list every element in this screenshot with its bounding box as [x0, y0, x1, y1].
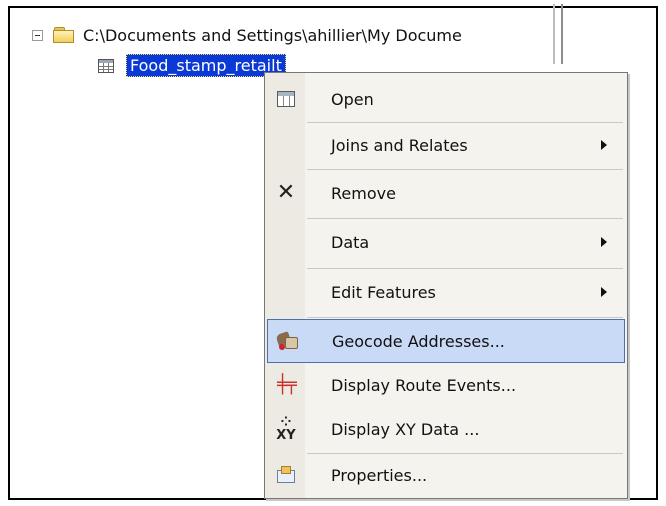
menu-separator [307, 317, 623, 318]
folder-path-label: C:\Documents and Settings\ahillier\My Do… [83, 26, 462, 45]
tree-folder-row[interactable]: C:\Documents and Settings\ahillier\My Do… [32, 26, 462, 45]
geocode-icon [275, 331, 298, 351]
menu-item-display-route-events[interactable]: ╪╤ Display Route Events... [267, 363, 625, 407]
menu-item-label: Geocode Addresses... [332, 331, 505, 351]
menu-item-label: Joins and Relates [331, 135, 468, 155]
menu-item-joins-and-relates[interactable]: Joins and Relates [267, 123, 625, 167]
menu-item-data[interactable]: Data [267, 220, 625, 264]
menu-separator [307, 218, 623, 219]
menu-item-label: Open [331, 89, 374, 109]
menu-item-label: Display XY Data ... [331, 419, 480, 439]
menu-item-display-xy-data[interactable]: ⁘ XY Display XY Data ... [267, 407, 625, 451]
submenu-arrow-icon [601, 140, 607, 150]
menu-item-label: Remove [331, 183, 396, 203]
menu-item-properties[interactable]: Properties... [267, 453, 625, 497]
collapse-toggle-icon[interactable] [32, 30, 43, 41]
menu-item-open[interactable]: Open [267, 77, 625, 121]
menu-item-label: Data [331, 232, 370, 252]
table-icon [98, 58, 114, 73]
menu-separator [307, 268, 623, 269]
menu-item-label: Properties... [331, 465, 428, 485]
selected-table-label[interactable]: Food_stamp_retailt [126, 54, 286, 77]
menu-item-geocode-addresses[interactable]: Geocode Addresses... [267, 319, 625, 363]
tree-table-row[interactable]: Food_stamp_retailt [98, 54, 286, 77]
remove-x-icon: ✕ [276, 180, 296, 205]
submenu-arrow-icon [601, 287, 607, 297]
menu-item-label: Display Route Events... [331, 375, 517, 395]
menu-separator [307, 169, 623, 170]
properties-icon [275, 465, 297, 485]
menu-item-remove[interactable]: ✕ Remove [267, 171, 625, 215]
table-icon [277, 91, 295, 107]
xy-data-icon: ⁘ XY [276, 415, 296, 443]
route-events-icon: ╪╤ [277, 374, 297, 395]
context-menu: Open Joins and Relates ✕ Remove Data Edi… [264, 72, 628, 499]
submenu-arrow-icon [601, 237, 607, 247]
menu-item-label: Edit Features [331, 282, 436, 302]
menu-item-edit-features[interactable]: Edit Features [267, 270, 625, 314]
folder-icon [53, 27, 75, 44]
tree-scroll-divider [553, 4, 563, 64]
